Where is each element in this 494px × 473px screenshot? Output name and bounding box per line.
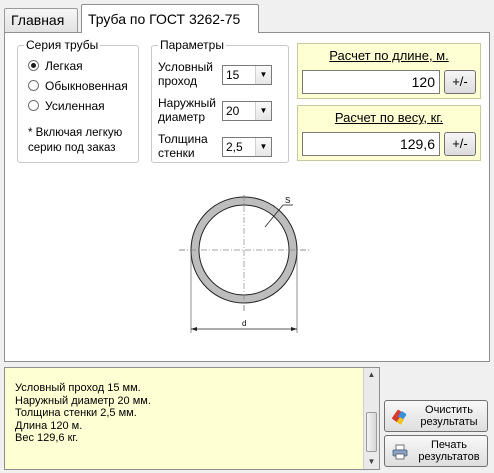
tab-main[interactable]: Главная <box>4 8 78 32</box>
nominal-bore-value: 15 <box>226 68 240 82</box>
outer-diameter-value: 20 <box>226 104 240 118</box>
clear-results-button[interactable]: Очистить результаты <box>384 400 488 432</box>
wall-thickness-select[interactable]: 2,5 ▼ <box>222 137 272 157</box>
radio-reinforced-button[interactable] <box>28 100 39 111</box>
results-text: Условный проход 15 мм. Наружный диаметр … <box>15 382 151 445</box>
chevron-down-icon[interactable]: ▼ <box>255 138 271 156</box>
result-line: Толщина стенки 2,5 мм. <box>15 407 137 420</box>
length-calc-box: Расчет по длине, м. 120 +/- <box>297 43 481 99</box>
thickness-label: S <box>285 196 290 205</box>
radio-light-button[interactable] <box>28 60 39 71</box>
results-scrollbar[interactable]: ▲ ▼ <box>363 368 379 469</box>
scroll-thumb[interactable] <box>366 412 377 452</box>
pipe-cross-section: S d <box>179 195 309 333</box>
params-group-title: Параметры <box>158 38 226 52</box>
outer-diameter-label: Наружный диаметр <box>158 96 216 124</box>
chevron-down-icon[interactable]: ▼ <box>255 102 271 120</box>
diameter-label: d <box>242 319 246 328</box>
nominal-bore-label: Условный проход <box>158 60 213 88</box>
weight-plus-minus-button[interactable]: +/- <box>444 132 476 156</box>
length-plus-minus-button[interactable]: +/- <box>444 70 476 94</box>
radio-reinforced-label: Усиленная <box>45 99 105 113</box>
weight-calc-title: Расчет по весу, кг. <box>334 110 444 125</box>
radio-ordinary-button[interactable] <box>28 80 39 91</box>
printer-icon <box>392 444 408 460</box>
params-group: Параметры Условный проход 15 ▼ Наружный … <box>151 38 289 163</box>
results-area[interactable]: Условный проход 15 мм. Наружный диаметр … <box>4 367 380 470</box>
scroll-down-icon[interactable]: ▼ <box>364 455 379 469</box>
tab-panel: Серия трубы Легкая Обыкновенная Усиленна… <box>4 32 490 362</box>
length-input[interactable]: 120 <box>302 70 440 94</box>
tab-pipe-gost[interactable]: Труба по ГОСТ 3262-75 <box>81 4 259 33</box>
print-results-button[interactable]: Печать результатов <box>384 435 488 467</box>
weight-calc-box: Расчет по весу, кг. 129,6 +/- <box>297 105 481 161</box>
nominal-bore-select[interactable]: 15 ▼ <box>222 65 272 85</box>
radio-reinforced[interactable]: Усиленная <box>28 98 105 114</box>
radio-light[interactable]: Легкая <box>28 58 83 74</box>
pipe-diagram: S d <box>175 193 315 344</box>
clear-results-label: Очистить результаты <box>420 404 478 428</box>
series-group-title: Серия трубы <box>24 38 101 52</box>
wall-thickness-label: Толщина стенки <box>158 132 208 160</box>
weight-input[interactable]: 129,6 <box>302 132 440 156</box>
result-line: Наружный диаметр 20 мм. <box>15 394 151 407</box>
length-calc-title: Расчет по длине, м. <box>329 48 449 63</box>
print-results-label: Печать результатов <box>418 439 480 463</box>
wall-thickness-value: 2,5 <box>226 140 243 154</box>
eraser-icon <box>392 409 407 425</box>
tab-bar: Главная Труба по ГОСТ 3262-75 <box>0 0 494 33</box>
result-line: Условный проход 15 мм. <box>15 382 141 394</box>
outer-diameter-select[interactable]: 20 ▼ <box>222 101 272 121</box>
series-note: * Включая легкую серию под заказ <box>28 127 123 154</box>
radio-ordinary[interactable]: Обыкновенная <box>28 78 128 94</box>
result-line: Длина 120 м. <box>15 419 83 432</box>
radio-ordinary-label: Обыкновенная <box>45 79 128 93</box>
chevron-down-icon[interactable]: ▼ <box>255 66 271 84</box>
result-line: Вес 129,6 кг. <box>15 432 79 445</box>
scroll-up-icon[interactable]: ▲ <box>364 368 379 382</box>
series-group: Серия трубы Легкая Обыкновенная Усиленна… <box>17 38 139 163</box>
radio-light-label: Легкая <box>45 59 83 73</box>
